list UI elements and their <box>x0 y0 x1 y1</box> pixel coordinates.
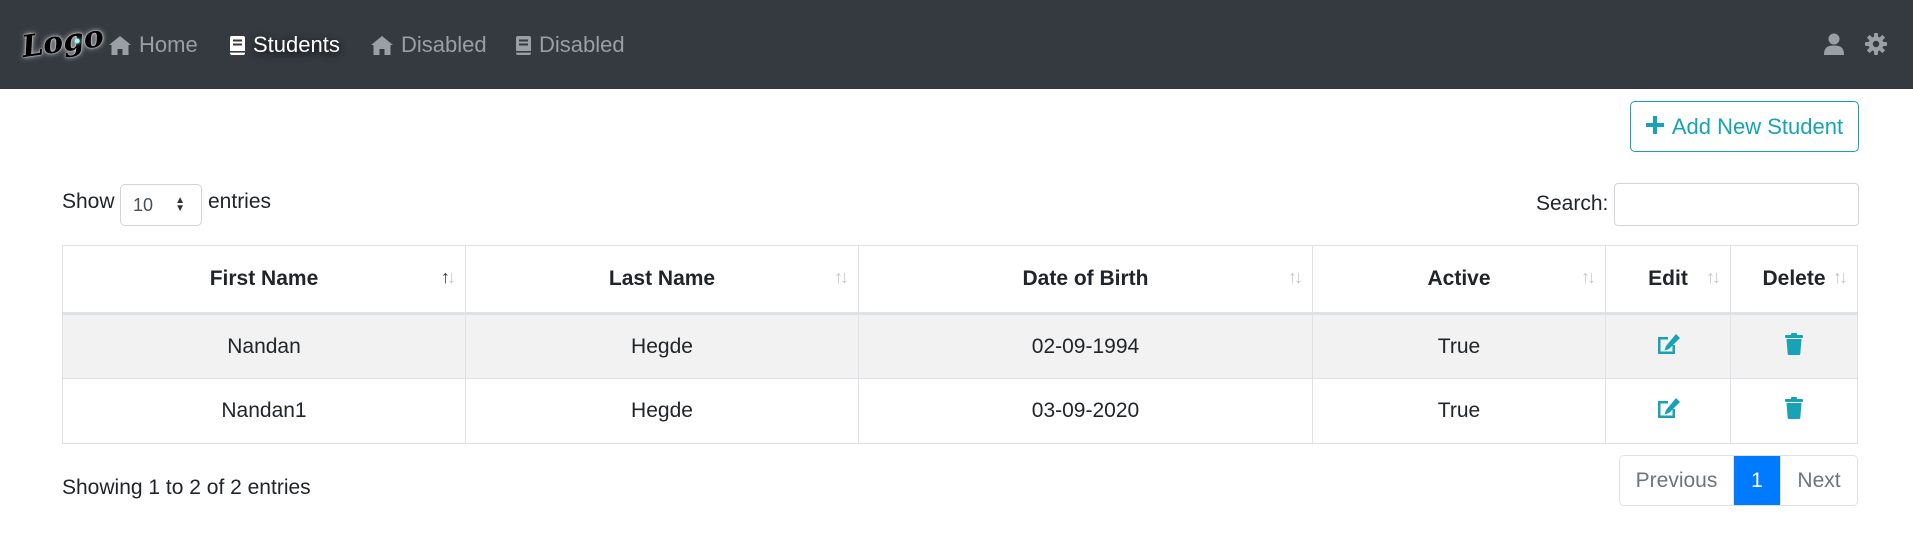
column-header-first-name[interactable]: First Name ↑↓ <box>62 245 466 315</box>
user-icon[interactable] <box>1824 33 1844 61</box>
nav-item-students[interactable]: Students <box>229 30 340 60</box>
sort-icon: ↑↓ <box>834 267 849 287</box>
book-icon <box>515 35 532 56</box>
column-header-label: Edit <box>1648 267 1688 290</box>
cell-delete <box>1730 313 1858 379</box>
nav-item-disabled-2[interactable]: Disabled <box>515 30 625 60</box>
column-header-label: Active <box>1427 267 1491 290</box>
column-header-label: Date of Birth <box>1022 267 1149 290</box>
page-1-button[interactable]: 1 <box>1734 456 1780 505</box>
edit-icon[interactable] <box>1656 397 1681 419</box>
edit-icon[interactable] <box>1656 333 1681 355</box>
cell-edit <box>1605 378 1731 444</box>
column-header-label: First Name <box>209 267 319 290</box>
cell-last-name: Hegde <box>465 313 859 379</box>
sort-icon: ↑↓ <box>1833 267 1848 287</box>
cell-first-name: Nandan1 <box>62 378 466 444</box>
table-row: Nandan Hegde 02-09-1994 True <box>62 313 1858 379</box>
nav-item-disabled-1[interactable]: Disabled <box>370 30 487 60</box>
previous-page-button[interactable]: Previous <box>1620 456 1734 505</box>
column-header-label: Last Name <box>608 267 716 290</box>
add-new-student-label: Add New Student <box>1671 113 1844 139</box>
column-header-label: Delete <box>1762 267 1826 290</box>
table-row: Nandan1 Hegde 03-09-2020 True <box>62 378 1858 444</box>
table-info: Showing 1 to 2 of 2 entries <box>62 476 311 499</box>
column-header-delete[interactable]: Delete ↑↓ <box>1730 245 1858 315</box>
home-icon <box>370 35 394 56</box>
pagination: Previous 1 Next <box>1619 455 1858 506</box>
search-input[interactable] <box>1614 183 1859 226</box>
cell-active: True <box>1312 378 1606 444</box>
sort-arrows-icon: ▲ ▼ <box>175 195 185 214</box>
add-new-student-button[interactable]: Add New Student <box>1630 101 1859 152</box>
entries-selected-value: 10 <box>133 194 154 215</box>
cell-last-name: Hegde <box>465 378 859 444</box>
book-icon <box>229 35 246 56</box>
show-label: Show <box>62 190 115 213</box>
column-header-date-of-birth[interactable]: Date of Birth ↑↓ <box>858 245 1313 315</box>
entries-label: entries <box>208 190 272 213</box>
navbar: Logo Home Students Disabled Disabled <box>0 0 1913 89</box>
column-header-active[interactable]: Active ↑↓ <box>1312 245 1606 315</box>
trash-icon[interactable] <box>1785 332 1803 355</box>
home-icon <box>108 35 132 56</box>
nav-item-label: Disabled <box>401 32 487 57</box>
students-table: First Name ↑↓ Last Name ↑↓ Date of Birth ↑↓… <box>62 245 1858 444</box>
nav-item-home[interactable]: Home <box>108 30 198 60</box>
entries-per-page-select[interactable]: 10 ▲ ▼ <box>120 184 202 226</box>
logo-text: Logo <box>19 18 106 66</box>
sort-icon: ↑↓ <box>1706 267 1721 287</box>
sort-icon: ↑↓ <box>441 267 456 287</box>
sort-icon: ↑↓ <box>1288 267 1303 287</box>
column-header-last-name[interactable]: Last Name ↑↓ <box>465 245 859 315</box>
next-page-button[interactable]: Next <box>1780 456 1857 505</box>
cell-date-of-birth: 02-09-1994 <box>858 313 1313 379</box>
nav-item-label: Students <box>253 32 340 57</box>
cell-delete <box>1730 378 1858 444</box>
cell-first-name: Nandan <box>62 313 466 379</box>
cell-active: True <box>1312 313 1606 379</box>
cell-date-of-birth: 03-09-2020 <box>858 378 1313 444</box>
trash-icon[interactable] <box>1785 397 1803 419</box>
column-header-edit[interactable]: Edit ↑↓ <box>1605 245 1731 315</box>
nav-item-label: Home <box>139 32 198 57</box>
table-header-row: First Name ↑↓ Last Name ↑↓ Date of Birth ↑↓… <box>62 245 1858 315</box>
nav-item-label: Disabled <box>539 32 625 57</box>
plus-icon <box>1645 114 1664 140</box>
gear-icon[interactable] <box>1865 33 1887 61</box>
search-label: Search: <box>1536 192 1609 215</box>
logo[interactable]: Logo <box>18 10 106 78</box>
sort-icon: ↑↓ <box>1581 267 1596 287</box>
cell-edit <box>1605 313 1731 379</box>
